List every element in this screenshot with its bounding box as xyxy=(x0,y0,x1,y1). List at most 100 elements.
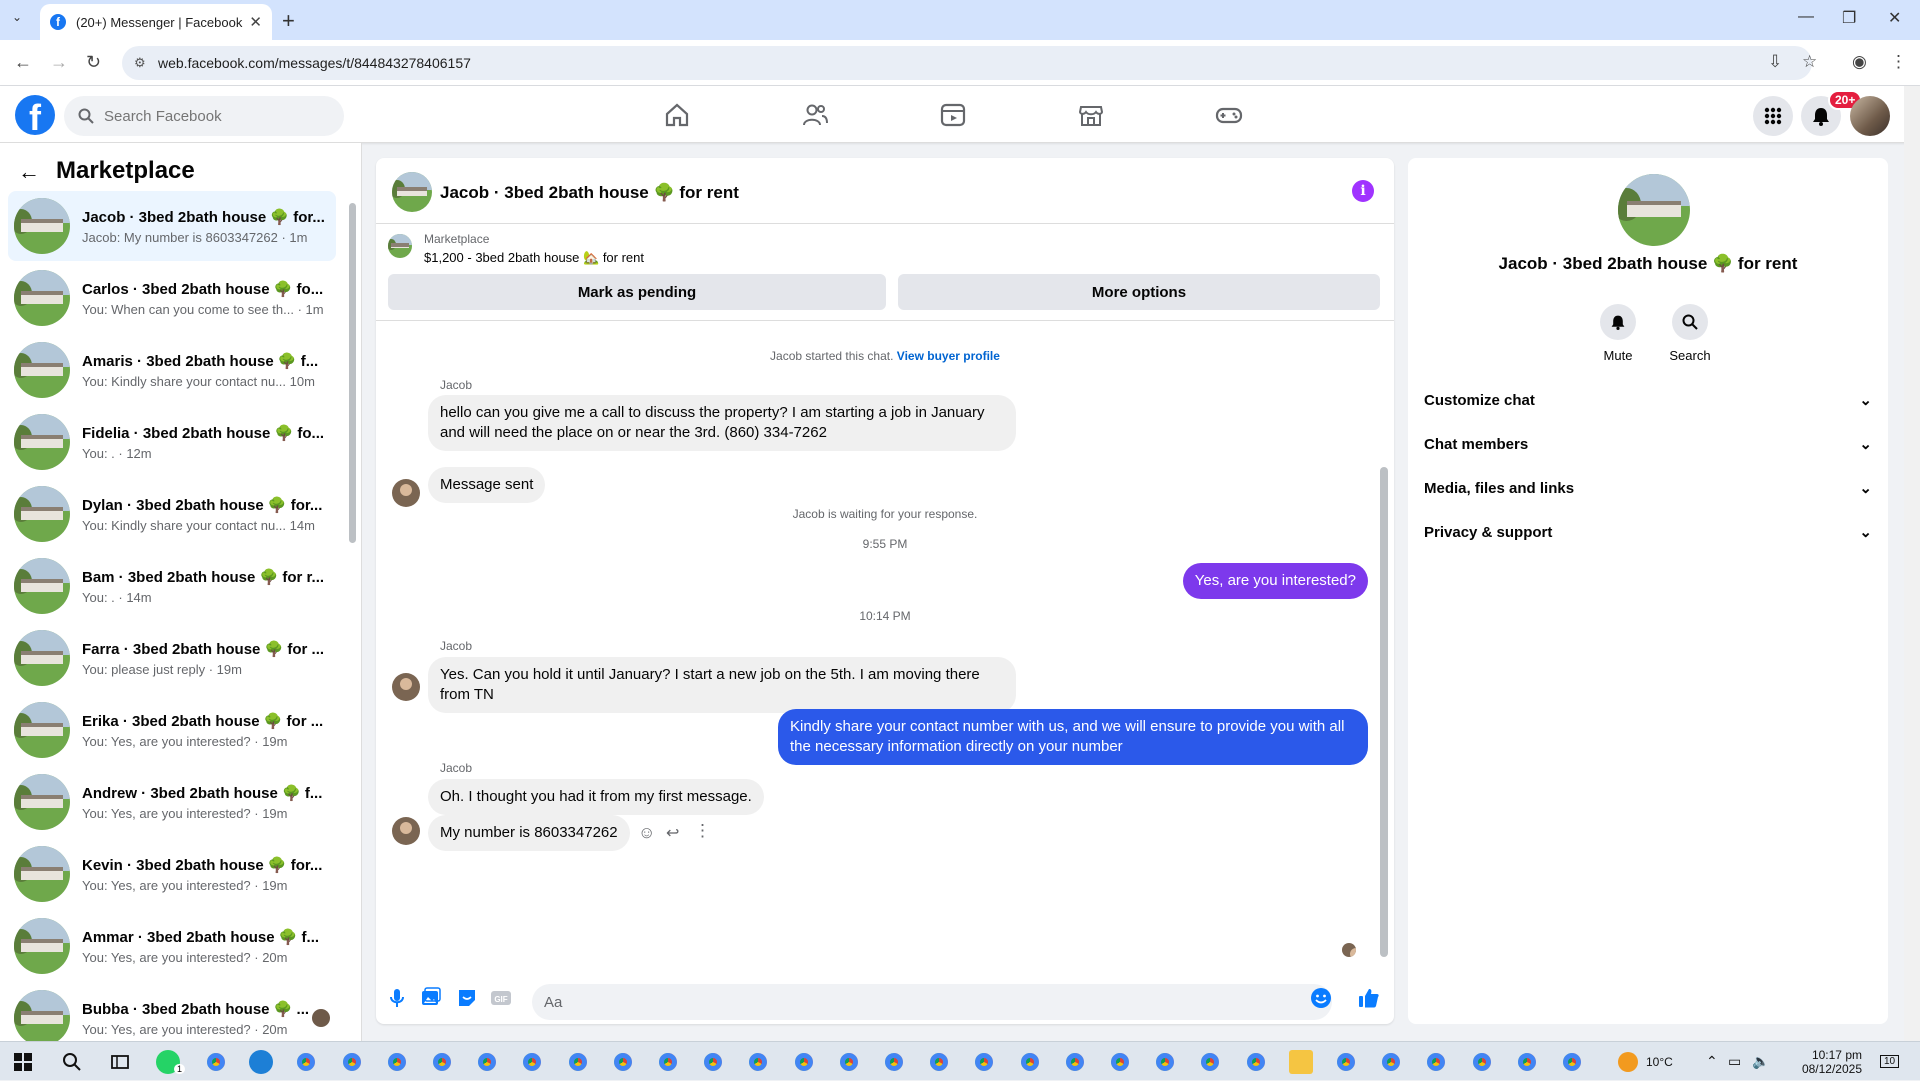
reply-icon[interactable]: ↩ xyxy=(666,823,679,843)
chrome-icon[interactable] xyxy=(611,1050,635,1074)
menu-grid-icon[interactable] xyxy=(1753,96,1793,136)
facebook-logo-icon[interactable]: f xyxy=(15,95,55,135)
close-tab-icon[interactable]: ✕ xyxy=(249,13,262,31)
privacy-support-item[interactable]: Privacy & support ⌄ xyxy=(1424,523,1872,542)
address-bar[interactable]: ⚙ web.facebook.com/messages/t/8448432784… xyxy=(122,46,1812,80)
chrome-icon[interactable] xyxy=(1244,1050,1268,1074)
chrome-icon[interactable] xyxy=(520,1050,544,1074)
search-box[interactable] xyxy=(64,96,344,136)
conversation-item[interactable]: Erika · 3bed 2bath house 🌳 for ... You: Y… xyxy=(8,695,336,765)
tab-list-chevron-icon[interactable]: ⌄ xyxy=(12,10,22,24)
speaker-icon[interactable]: 🔈 xyxy=(1752,1042,1769,1081)
outgoing-message[interactable]: Kindly share your contact number with us… xyxy=(778,709,1368,765)
chrome-icon[interactable] xyxy=(972,1050,996,1074)
minimize-button[interactable]: — xyxy=(1798,8,1814,26)
video-icon[interactable] xyxy=(939,101,967,129)
browser-menu-icon[interactable]: ⋮ xyxy=(1890,52,1907,72)
forward-arrow-icon[interactable]: → xyxy=(50,52,68,73)
react-emoji-icon[interactable]: ☺ xyxy=(638,823,655,843)
chrome-icon[interactable] xyxy=(475,1050,499,1074)
view-buyer-profile-link[interactable]: View buyer profile xyxy=(897,349,1000,363)
chrome-icon[interactable] xyxy=(430,1050,454,1074)
mark-pending-button[interactable]: Mark as pending xyxy=(388,274,886,310)
restore-button[interactable]: ❐ xyxy=(1842,8,1856,28)
chrome-icon[interactable] xyxy=(746,1050,770,1074)
incoming-message[interactable]: Oh. I thought you had it from my first m… xyxy=(428,779,764,815)
windows-start-icon[interactable] xyxy=(14,1053,32,1071)
search-input[interactable] xyxy=(104,107,324,125)
chrome-icon[interactable] xyxy=(1198,1050,1222,1074)
more-actions-icon[interactable]: ⋮ xyxy=(694,821,711,841)
conversation-item[interactable]: Amaris · 3bed 2bath house 🌳 f... You: Kin… xyxy=(8,335,336,405)
conversation-item[interactable]: Andrew · 3bed 2bath house 🌳 f... You: Yes… xyxy=(8,767,336,837)
new-tab-button[interactable]: + xyxy=(282,8,295,34)
emoji-icon[interactable] xyxy=(1310,987,1332,1009)
notification-center-icon[interactable]: 10 xyxy=(1880,1042,1900,1081)
browser-tab[interactable]: f (20+) Messenger | Facebook ✕ xyxy=(40,4,272,40)
taskbar-search-icon[interactable] xyxy=(62,1052,82,1072)
chrome-icon[interactable] xyxy=(1470,1050,1494,1074)
file-explorer-icon[interactable] xyxy=(1289,1050,1313,1074)
incoming-message[interactable]: hello can you give me a call to discuss … xyxy=(428,395,1016,451)
site-info-icon[interactable]: ⚙ xyxy=(134,55,146,71)
sidebar-scrollbar[interactable] xyxy=(349,203,356,543)
message-input[interactable]: Aa xyxy=(532,984,1332,1020)
network-icon[interactable]: ▭ xyxy=(1728,1042,1741,1081)
chat-title[interactable]: Jacob · 3bed 2bath house 🌳 for rent xyxy=(440,183,739,203)
install-app-icon[interactable]: ⇩ xyxy=(1768,52,1782,72)
sticker-icon[interactable] xyxy=(456,987,478,1009)
chrome-icon[interactable] xyxy=(1515,1050,1539,1074)
search-conversation-button[interactable]: Search xyxy=(1660,304,1720,363)
friends-icon[interactable] xyxy=(801,101,829,129)
conversation-item[interactable]: Farra · 3bed 2bath house 🌳 for ... You: p… xyxy=(8,623,336,693)
conversation-avatar[interactable] xyxy=(1618,174,1690,246)
chrome-icon[interactable] xyxy=(837,1050,861,1074)
chrome-icon[interactable] xyxy=(927,1050,951,1074)
edge-icon[interactable] xyxy=(249,1050,273,1074)
customize-chat-item[interactable]: Customize chat ⌄ xyxy=(1424,391,1872,410)
incoming-message[interactable]: Yes. Can you hold it until January? I st… xyxy=(428,657,1016,713)
gaming-icon[interactable] xyxy=(1215,101,1243,129)
chat-scrollbar[interactable] xyxy=(1380,321,1388,970)
chrome-icon[interactable] xyxy=(1334,1050,1358,1074)
home-icon[interactable] xyxy=(663,101,691,129)
thumbs-up-icon[interactable] xyxy=(1358,987,1380,1009)
profile-icon[interactable]: ◉ xyxy=(1852,52,1867,72)
chrome-icon[interactable] xyxy=(1379,1050,1403,1074)
media-files-links-item[interactable]: Media, files and links ⌄ xyxy=(1424,479,1872,498)
task-view-icon[interactable] xyxy=(110,1052,130,1072)
chrome-icon[interactable] xyxy=(882,1050,906,1074)
reload-icon[interactable]: ↻ xyxy=(86,52,101,73)
weather-widget[interactable]: 10°C xyxy=(1618,1042,1673,1081)
gif-icon[interactable]: GIF xyxy=(490,987,512,1009)
chrome-icon[interactable] xyxy=(792,1050,816,1074)
chrome-icon[interactable] xyxy=(294,1050,318,1074)
back-arrow-icon[interactable]: ← xyxy=(18,159,40,185)
chat-members-item[interactable]: Chat members ⌄ xyxy=(1424,435,1872,454)
chrome-icon[interactable] xyxy=(656,1050,680,1074)
conversation-item[interactable]: Kevin · 3bed 2bath house 🌳 for... You: Ye… xyxy=(8,839,336,909)
chrome-icon[interactable] xyxy=(1018,1050,1042,1074)
listing-avatar[interactable] xyxy=(392,172,432,212)
microphone-icon[interactable] xyxy=(386,987,408,1009)
photo-icon[interactable] xyxy=(420,987,442,1009)
chrome-icon[interactable] xyxy=(1560,1050,1584,1074)
tray-chevron-icon[interactable]: ⌃ xyxy=(1706,1042,1718,1081)
account-avatar[interactable] xyxy=(1850,96,1890,136)
close-window-button[interactable]: ✕ xyxy=(1888,8,1901,28)
outgoing-message[interactable]: Yes, are you interested? xyxy=(1182,563,1368,599)
page-scrollbar[interactable] xyxy=(1904,86,1920,1041)
chrome-icon[interactable] xyxy=(385,1050,409,1074)
chrome-icon[interactable] xyxy=(204,1050,228,1074)
chrome-icon[interactable] xyxy=(1063,1050,1087,1074)
marketplace-icon[interactable] xyxy=(1077,101,1105,129)
conversation-item[interactable]: Bam · 3bed 2bath house 🌳 for r... You: . … xyxy=(8,551,336,621)
bookmark-star-icon[interactable]: ☆ xyxy=(1802,52,1817,72)
info-icon[interactable]: i xyxy=(1352,180,1374,202)
back-arrow-icon[interactable]: ← xyxy=(14,52,32,73)
clock[interactable]: 10:17 pm 08/12/2025 xyxy=(1782,1042,1862,1081)
conversation-item[interactable]: Carlos · 3bed 2bath house 🌳 fo... You: Wh… xyxy=(8,263,336,333)
chrome-icon[interactable] xyxy=(701,1050,725,1074)
conversation-item[interactable]: Dylan · 3bed 2bath house 🌳 for... You: Ki… xyxy=(8,479,336,549)
conversation-item[interactable]: Fidelia · 3bed 2bath house 🌳 fo... You: .… xyxy=(8,407,336,477)
